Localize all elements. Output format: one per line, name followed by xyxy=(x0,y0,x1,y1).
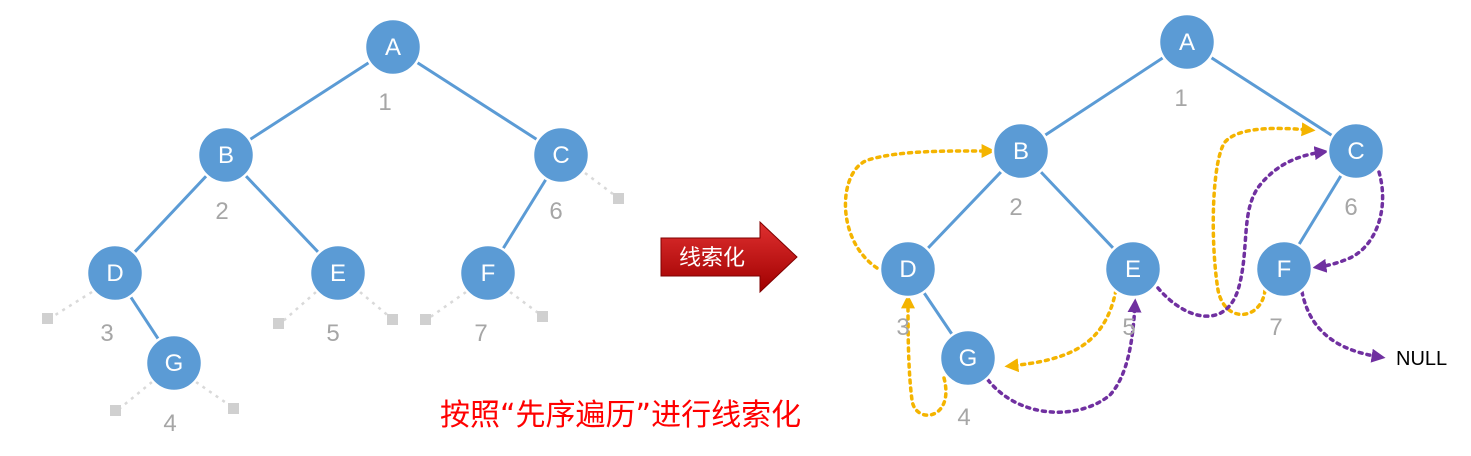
node-label: C xyxy=(552,142,569,169)
null-label: NULL xyxy=(1396,348,1447,370)
null-link-c-right xyxy=(584,172,618,198)
null-link-e-left xyxy=(281,291,317,323)
order-number: 6 xyxy=(549,198,562,225)
order-number: 2 xyxy=(215,198,228,225)
null-link-e-right xyxy=(359,291,392,319)
caption: 按照“先序遍历”进行线索化 xyxy=(440,398,801,433)
null-link-f-right xyxy=(509,290,542,317)
node-d: D xyxy=(85,243,145,303)
node-c: C xyxy=(1326,121,1386,181)
node-label: G xyxy=(165,350,184,377)
null-link-g-right xyxy=(195,380,233,409)
node-g: G xyxy=(938,328,998,388)
node-b: B xyxy=(991,121,1051,181)
null-marker xyxy=(420,314,431,325)
order-number: 4 xyxy=(163,410,176,437)
node-label: F xyxy=(481,260,496,287)
node-label: B xyxy=(1013,138,1029,165)
node-label: F xyxy=(1277,256,1292,283)
edge-a-b xyxy=(225,45,394,157)
order-number: 1 xyxy=(378,89,391,116)
node-label: E xyxy=(330,260,346,287)
edge-a-c xyxy=(392,45,562,157)
order-number: 6 xyxy=(1344,194,1357,221)
thread-g-to-e xyxy=(986,298,1142,414)
null-marker xyxy=(42,313,53,324)
node-f: F xyxy=(1254,239,1314,299)
threading-arrow: 线索化 xyxy=(660,220,798,294)
order-number: 7 xyxy=(474,320,487,347)
node-label: B xyxy=(218,142,234,169)
node-e: E xyxy=(1103,239,1163,299)
node-c: C xyxy=(531,125,591,185)
null-marker xyxy=(537,311,548,322)
order-number: 7 xyxy=(1269,314,1282,341)
right-tree: NULL A 1 B 2 C 6 D 3 E 5 F 7 G 4 xyxy=(843,12,1447,431)
thread-f-to-null xyxy=(1300,290,1386,363)
node-f: F xyxy=(458,243,518,303)
node-e: E xyxy=(308,243,368,303)
order-number: 2 xyxy=(1009,194,1022,221)
left-tree-edges xyxy=(113,45,563,364)
node-label: G xyxy=(959,345,978,372)
left-tree: A 1 B 2 C 6 D 3 E 5 F 7 G 4 xyxy=(42,17,624,437)
null-marker xyxy=(228,403,239,414)
node-a: A xyxy=(363,17,423,77)
order-number: 5 xyxy=(1122,314,1135,341)
node-a: A xyxy=(1157,12,1217,72)
order-number: 4 xyxy=(957,404,970,431)
right-tree-edges xyxy=(906,40,1358,359)
null-link-g-left xyxy=(118,381,153,410)
order-number: 3 xyxy=(896,314,909,341)
successor-threads xyxy=(986,146,1386,414)
node-label: D xyxy=(899,256,916,283)
order-number: 1 xyxy=(1174,85,1187,112)
node-label: A xyxy=(1179,29,1195,56)
null-link-f-left xyxy=(428,290,467,320)
node-label: C xyxy=(1347,138,1364,165)
order-number: 3 xyxy=(100,320,113,347)
node-d: D xyxy=(878,239,938,299)
null-marker xyxy=(387,314,398,325)
thread-e-to-g xyxy=(1004,288,1118,373)
node-b: B xyxy=(196,125,256,185)
arrow-label: 线索化 xyxy=(679,246,745,271)
node-g: G xyxy=(144,333,204,393)
null-marker xyxy=(110,405,121,416)
node-label: E xyxy=(1125,256,1141,283)
node-label: D xyxy=(106,260,123,287)
edge-a-b xyxy=(1020,40,1188,153)
node-label: A xyxy=(385,34,401,61)
null-link-d-left xyxy=(51,290,93,319)
null-marker xyxy=(613,193,624,204)
null-marker xyxy=(273,318,284,329)
order-number: 5 xyxy=(326,320,339,347)
edge-a-c xyxy=(1186,40,1357,153)
threading-diagram: A 1 B 2 C 6 D 3 E 5 F 7 G 4 线索化 NULL A 1… xyxy=(42,12,1447,437)
